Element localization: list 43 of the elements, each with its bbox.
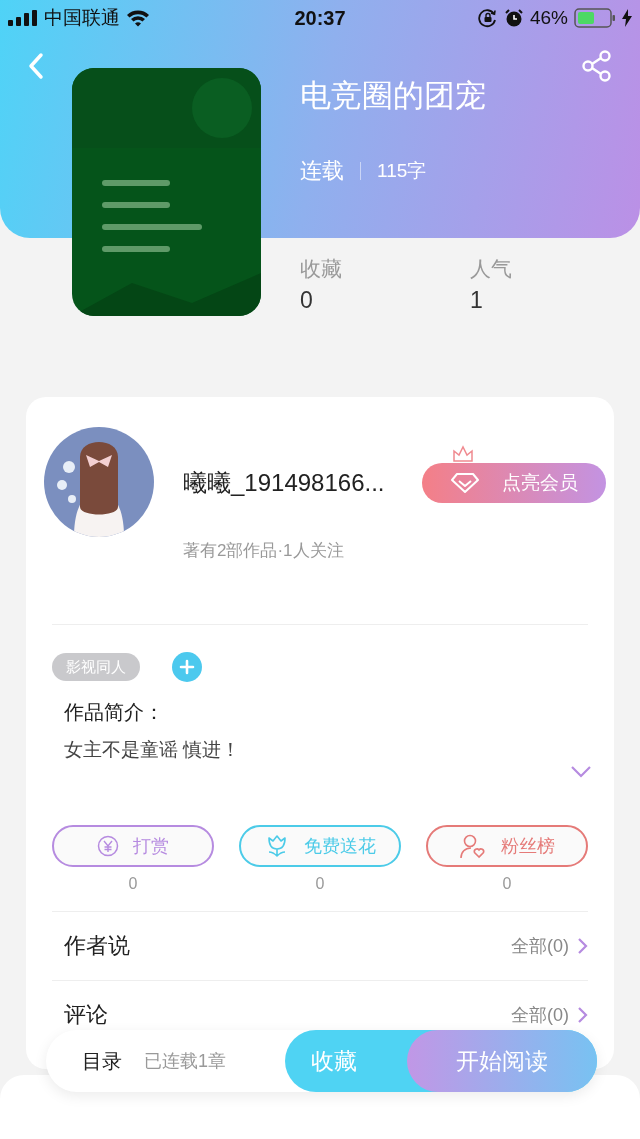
author-name: 曦曦_191498166... <box>183 468 386 498</box>
view-all-link[interactable]: 全部(0) <box>511 934 588 958</box>
action-count: 0 <box>502 875 512 893</box>
diamond-icon <box>450 472 480 494</box>
synopsis-text: 女主不是童谣 慎进！ <box>64 738 241 762</box>
yen-icon <box>97 835 119 857</box>
charging-icon <box>622 9 632 27</box>
wifi-icon <box>126 9 150 27</box>
person-heart-icon <box>459 833 487 859</box>
collect-button[interactable]: 收藏 <box>285 1030 407 1092</box>
action-count: 0 <box>128 875 138 893</box>
add-tag-icon[interactable] <box>172 652 202 682</box>
word-count: 115字 <box>377 159 427 183</box>
flower-button[interactable]: 免费送花 <box>239 825 401 867</box>
alarm-icon <box>503 8 524 28</box>
table-of-contents-button[interactable]: 目录 <box>82 1047 122 1075</box>
stat-label: 人气 <box>470 256 512 282</box>
clock-time: 20:37 <box>294 6 346 30</box>
chevron-down-icon[interactable] <box>570 765 592 779</box>
battery-icon <box>574 8 616 28</box>
chevron-right-icon <box>577 937 588 955</box>
section-title: 作者说 <box>64 932 130 960</box>
reward-button[interactable]: 打赏 <box>52 825 214 867</box>
carrier-name: 中国联通 <box>44 6 120 30</box>
share-icon[interactable] <box>582 50 612 82</box>
crown-icon <box>452 445 474 463</box>
synopsis-label: 作品简介： <box>64 700 164 725</box>
battery-percent: 46% <box>529 7 568 29</box>
serial-status: 连载 <box>300 157 344 185</box>
section-title: 评论 <box>64 1001 108 1029</box>
view-all-link[interactable]: 全部(0) <box>511 1003 588 1027</box>
chevron-right-icon <box>577 1006 588 1024</box>
start-reading-button[interactable]: 开始阅读 <box>407 1030 597 1092</box>
stat-value: 1 <box>470 286 483 315</box>
stat-value: 0 <box>300 286 313 315</box>
rotation-lock-icon <box>477 8 498 28</box>
book-title: 电竞圈的团宠 <box>300 77 486 115</box>
stat-label: 收藏 <box>300 256 342 282</box>
signal-icon <box>8 10 38 26</box>
author-stats: 著有2部作品·1人关注 <box>183 540 344 562</box>
back-icon[interactable] <box>26 52 46 80</box>
fans-button[interactable]: 粉丝榜 <box>426 825 588 867</box>
action-count: 0 <box>315 875 325 893</box>
